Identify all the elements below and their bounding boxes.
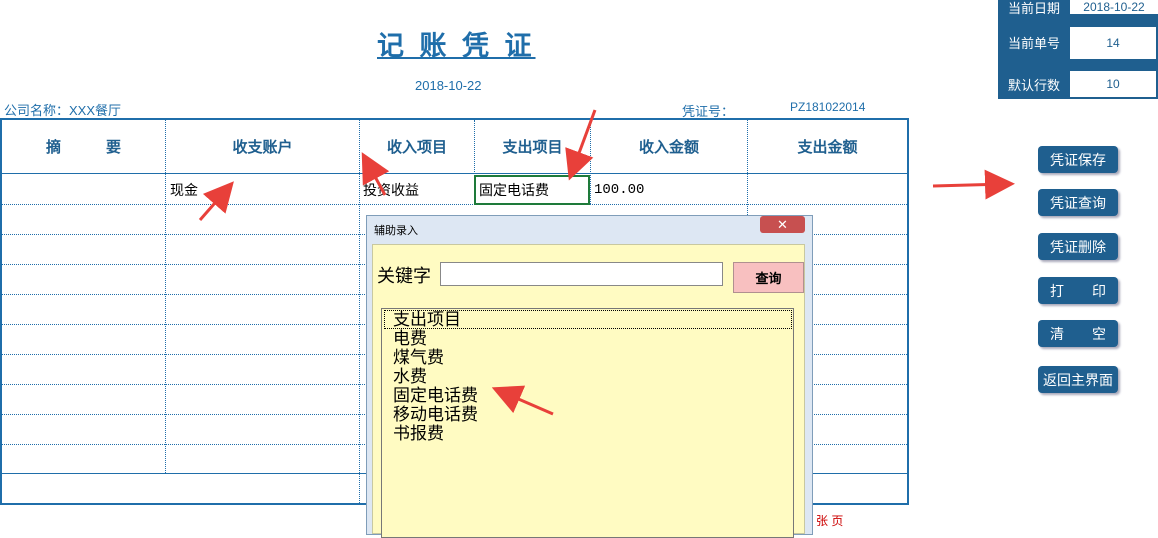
arrow-icon: [361, 152, 390, 196]
arrow-icon: [565, 109, 597, 181]
arrow-icon: [932, 169, 1015, 200]
arrow-icon: [491, 385, 554, 416]
annotation-arrows: [198, 109, 1015, 416]
arrow-icon: [198, 181, 234, 221]
